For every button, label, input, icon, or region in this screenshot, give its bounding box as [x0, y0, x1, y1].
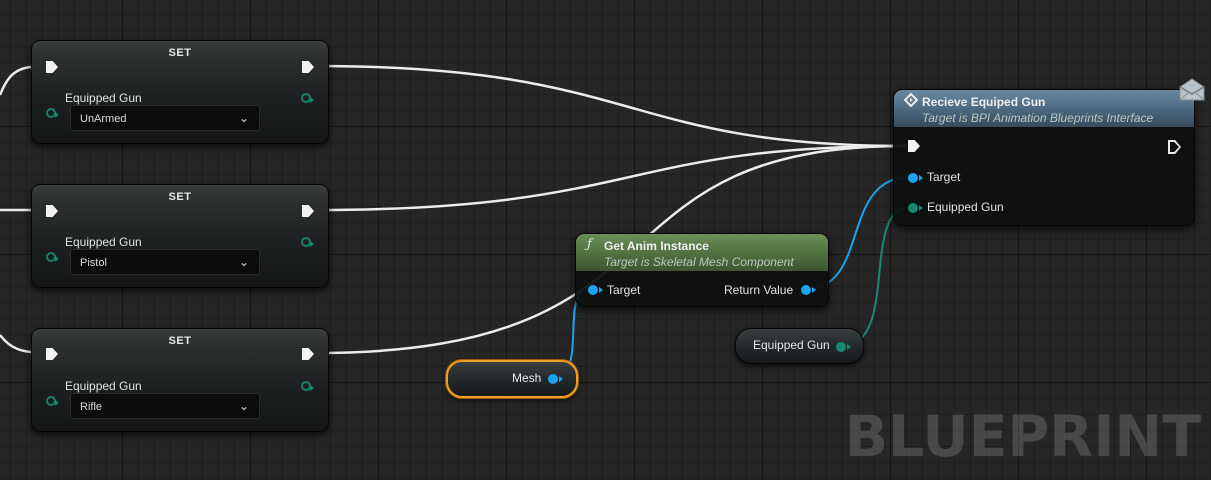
dropdown-value: UnArmed [80, 113, 127, 125]
chevron-down-icon: ⌄ [238, 399, 249, 413]
node-title: Get Anim Instance [604, 239, 709, 253]
enum-dropdown[interactable]: Rifle ⌄ [70, 393, 260, 419]
mesh-label: Mesh [512, 371, 542, 385]
equipped-gun-label: Equipped Gun [927, 200, 1004, 214]
target-label: Target [607, 283, 641, 297]
input-pin[interactable] [46, 396, 59, 406]
set-node-title: SET [168, 335, 192, 347]
return-value-label: Return Value [724, 283, 794, 297]
set-node-title: SET [168, 191, 192, 203]
exec-in-pin[interactable] [46, 61, 58, 73]
exec-out-pin[interactable] [1168, 140, 1181, 154]
exec-wire-1 [315, 64, 907, 148]
exec-in-pin[interactable] [46, 205, 58, 217]
enum-dropdown[interactable]: UnArmed ⌄ [70, 105, 260, 131]
var-label: Equipped Gun [65, 91, 142, 105]
mesh-getter-node[interactable]: Mesh [446, 360, 578, 398]
node-subtitle: Target is BPI Animation Blueprints Inter… [922, 111, 1154, 125]
event-diamond-icon [904, 93, 918, 107]
set-node-unarmed[interactable]: SET Equipped Gun UnArmed ⌄ [31, 40, 329, 144]
output-pin[interactable] [301, 93, 314, 103]
function-icon: ƒ [587, 237, 592, 252]
node-subtitle: Target is Skeletal Mesh Component [604, 255, 794, 269]
mesh-output-pin[interactable] [548, 374, 563, 384]
exec-out-pin[interactable] [302, 205, 314, 217]
input-pin[interactable] [46, 108, 59, 118]
node-header: Recieve Equiped Gun Target is BPI Animat… [894, 90, 1194, 127]
output-pin[interactable] [301, 237, 314, 247]
set-node-title: SET [168, 47, 192, 59]
set-node-rifle[interactable]: SET Equipped Gun Rifle ⌄ [31, 328, 329, 432]
get-anim-instance-node[interactable]: ƒ Get Anim Instance Target is Skeletal M… [575, 233, 829, 307]
chevron-down-icon: ⌄ [238, 111, 249, 125]
equipped-gun-getter-node[interactable]: Equipped Gun [735, 328, 864, 364]
equipped-gun-getter-label: Equipped Gun [753, 338, 830, 352]
node-title: Recieve Equiped Gun [922, 95, 1046, 109]
target-label: Target [927, 170, 961, 184]
exec-in-pin[interactable] [908, 140, 920, 152]
equipped-gun-output-pin[interactable] [836, 342, 851, 352]
chevron-down-icon: ⌄ [238, 255, 249, 269]
exec-in-pin[interactable] [46, 348, 58, 360]
target-pin[interactable] [588, 285, 603, 295]
output-pin[interactable] [301, 381, 314, 391]
input-pin[interactable] [46, 252, 59, 262]
set-node-pistol[interactable]: SET Equipped Gun Pistol ⌄ [31, 184, 329, 288]
exec-out-pin[interactable] [302, 348, 314, 360]
recieve-equiped-gun-node[interactable]: Recieve Equiped Gun Target is BPI Animat… [893, 89, 1195, 226]
target-pin[interactable] [908, 173, 923, 183]
dropdown-value: Pistol [80, 257, 107, 269]
gun-to-pin-wire [841, 206, 911, 347]
exec-out-pin[interactable] [302, 61, 314, 73]
exec-wire-2 [315, 144, 907, 212]
dropdown-value: Rifle [80, 401, 103, 413]
var-label: Equipped Gun [65, 379, 142, 393]
return-value-pin[interactable] [801, 285, 816, 295]
node-header: ƒ Get Anim Instance Target is Skeletal M… [576, 234, 828, 271]
var-label: Equipped Gun [65, 235, 142, 249]
envelope-icon [1179, 78, 1205, 101]
equipped-gun-pin[interactable] [908, 203, 923, 213]
enum-dropdown[interactable]: Pistol ⌄ [70, 249, 260, 275]
blueprint-watermark: BLUEPRINT [844, 404, 1201, 470]
